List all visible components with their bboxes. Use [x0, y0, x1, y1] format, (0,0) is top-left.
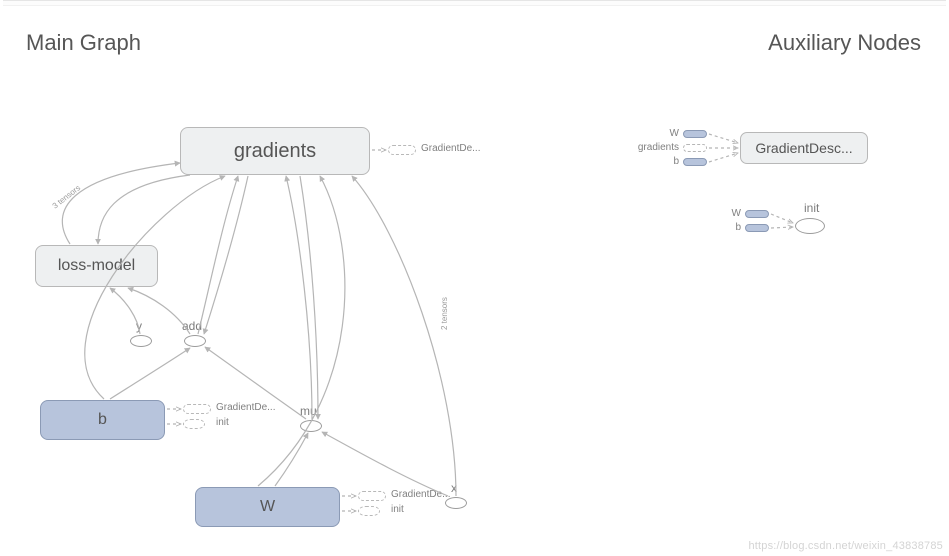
- gd-input-gradients-label: gradients: [632, 142, 679, 153]
- gradients-label: gradients: [234, 140, 316, 163]
- gd-input-b-label: b: [663, 156, 679, 167]
- w-variable-node[interactable]: W: [195, 487, 340, 527]
- mul-op-node[interactable]: [300, 420, 322, 432]
- w-ref-grad-label: GradientDe...: [391, 489, 450, 500]
- init-node[interactable]: [795, 218, 825, 234]
- gd-input-b-chip[interactable]: [683, 158, 707, 166]
- b-ref-init-chip[interactable]: [183, 419, 205, 429]
- gd-input-w-label: W: [663, 128, 679, 139]
- gradientdesc-label: GradientDesc...: [755, 140, 852, 156]
- gradientdesc-node[interactable]: GradientDesc...: [740, 132, 868, 164]
- gradients-ref-label: GradientDe...: [421, 143, 480, 154]
- w-label: W: [260, 498, 275, 516]
- gradients-ref-chip[interactable]: [388, 145, 416, 155]
- init-input-w-label: W: [725, 208, 741, 219]
- b-ref-grad-label: GradientDe...: [216, 402, 275, 413]
- page: Main Graph Auxiliary Nodes gradients Gra…: [0, 0, 949, 556]
- w-ref-init-label: init: [391, 504, 404, 515]
- x-op-node[interactable]: [445, 497, 467, 509]
- b-label: b: [98, 411, 107, 429]
- gd-input-w-chip[interactable]: [683, 130, 707, 138]
- init-input-w-chip[interactable]: [745, 210, 769, 218]
- main-graph-heading: Main Graph: [26, 30, 141, 56]
- loss-model-node[interactable]: loss-model: [35, 245, 158, 287]
- edge-x-to-grad-label: 2 tensors: [440, 297, 449, 330]
- edge-loss-to-grad-label: 3 tensors: [51, 183, 82, 210]
- init-input-b-chip[interactable]: [745, 224, 769, 232]
- watermark: https://blog.csdn.net/weixin_43838785: [748, 540, 943, 552]
- y-op-label: y: [136, 319, 142, 333]
- auxiliary-nodes-heading: Auxiliary Nodes: [768, 30, 921, 56]
- b-ref-init-label: init: [216, 417, 229, 428]
- loss-model-label: loss-model: [58, 257, 135, 275]
- gd-input-gradients-chip[interactable]: [683, 144, 707, 152]
- add-op-node[interactable]: [184, 335, 206, 347]
- add-op-label: add: [182, 319, 202, 333]
- x-op-label: x: [451, 481, 457, 495]
- y-op-node[interactable]: [130, 335, 152, 347]
- b-variable-node[interactable]: b: [40, 400, 165, 440]
- gradients-node[interactable]: gradients: [180, 127, 370, 175]
- top-divider: [3, 0, 946, 6]
- w-ref-init-chip[interactable]: [358, 506, 380, 516]
- init-label: init: [804, 201, 819, 215]
- b-ref-grad-chip[interactable]: [183, 404, 211, 414]
- mul-op-label: mul: [300, 404, 319, 418]
- w-ref-grad-chip[interactable]: [358, 491, 386, 501]
- init-input-b-label: b: [725, 222, 741, 233]
